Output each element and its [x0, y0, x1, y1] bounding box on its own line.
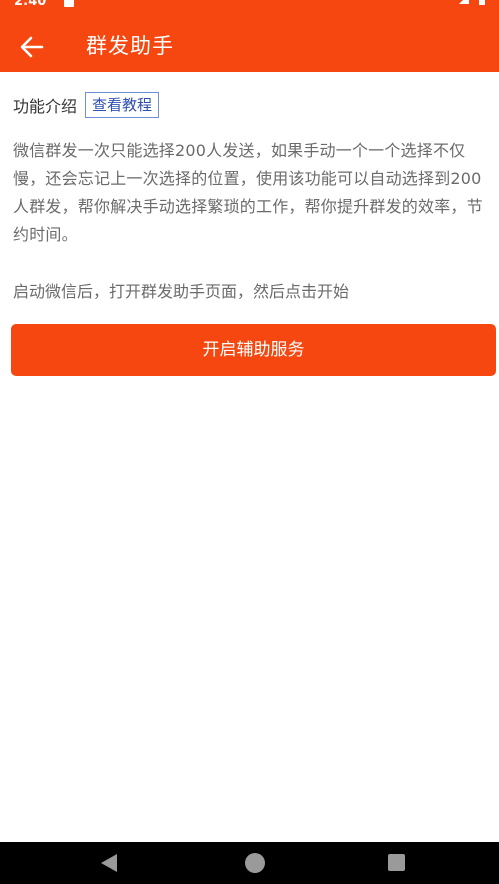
intro-label: 功能介绍: [13, 97, 78, 116]
status-time: 2:40: [14, 0, 47, 9]
usage-hint: 启动微信后，打开群发助手页面，然后点击开始: [13, 282, 350, 301]
recents-square-icon[interactable]: [388, 854, 405, 871]
signal-icon: [459, 0, 469, 4]
app-bar: 群发助手: [0, 22, 499, 72]
sim-card-icon: [64, 0, 74, 7]
page-title: 群发助手: [86, 34, 174, 58]
arrow-left-icon: [20, 36, 44, 58]
back-triangle-icon[interactable]: [101, 854, 117, 872]
enable-accessibility-service-button[interactable]: 开启辅助服务: [11, 324, 496, 376]
home-circle-icon[interactable]: [245, 853, 265, 873]
feature-description: 微信群发一次只能选择200人发送，如果手动一个一个选择不仅慢，还会忘记上一次选择…: [13, 141, 483, 244]
back-button[interactable]: [14, 30, 50, 64]
system-nav-bar: [0, 842, 499, 884]
intro-row: 功能介绍 查看教程: [13, 90, 160, 120]
view-tutorial-link[interactable]: 查看教程: [85, 92, 160, 118]
status-bar: 2:40: [0, 0, 499, 22]
battery-icon: [479, 0, 485, 5]
